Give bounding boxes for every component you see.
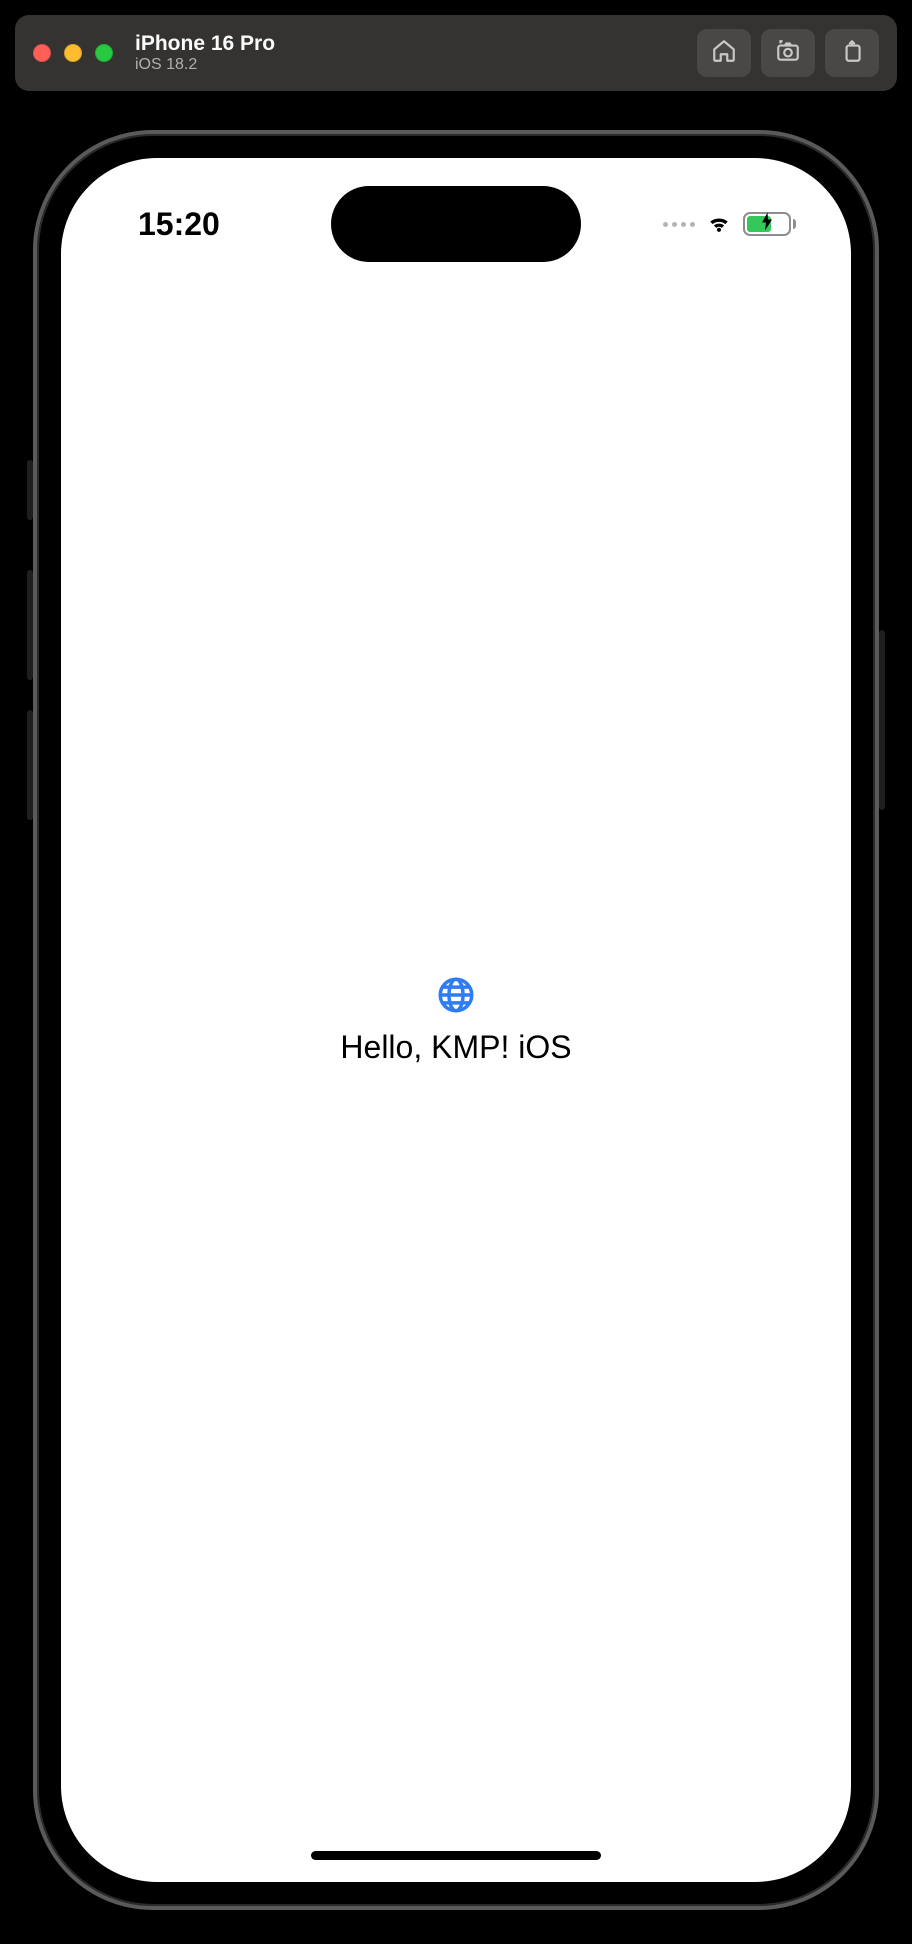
device-frame: 15:20 [33,130,879,1910]
simulator-title-block: iPhone 16 Pro iOS 18.2 [135,32,275,75]
app-content: Hello, KMP! iOS [61,158,851,1882]
simulator-device-name: iPhone 16 Pro [135,32,275,56]
home-indicator[interactable] [311,1851,601,1860]
globe-icon [435,974,477,1021]
device: 15:20 [33,130,879,1910]
rotate-icon [839,38,865,69]
simulator-toolbar: iPhone 16 Pro iOS 18.2 [15,15,897,91]
screenshot-button[interactable] [761,29,815,77]
side-button-hw[interactable] [879,630,885,810]
device-screen: 15:20 [61,158,851,1882]
zoom-window-button[interactable] [95,44,113,62]
rotate-button[interactable] [825,29,879,77]
window-traffic-lights [33,44,113,62]
home-button[interactable] [697,29,751,77]
close-window-button[interactable] [33,44,51,62]
minimize-window-button[interactable] [64,44,82,62]
greeting-text: Hello, KMP! iOS [340,1029,571,1066]
home-icon [711,38,737,69]
simulator-actions [697,29,879,77]
simulator-os-version: iOS 18.2 [135,56,275,74]
camera-icon [775,38,801,69]
